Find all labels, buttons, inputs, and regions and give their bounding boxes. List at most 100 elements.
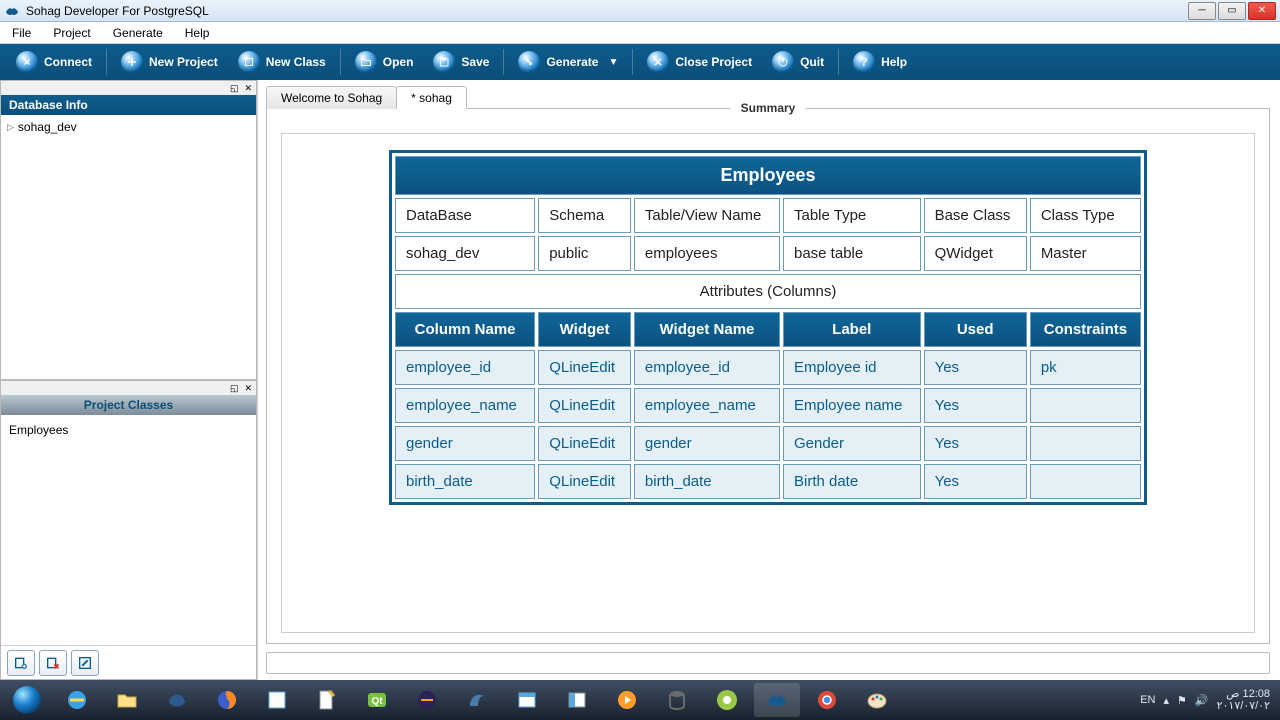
close-project-icon (647, 51, 669, 73)
taskbar-mysql[interactable] (454, 683, 500, 717)
taskbar-postgres[interactable] (154, 683, 200, 717)
taskbar-notepad[interactable] (304, 683, 350, 717)
panel-close-icon[interactable]: ✕ (242, 83, 254, 94)
taskbar-sohag[interactable] (754, 683, 800, 717)
quit-button[interactable]: Quit (762, 47, 834, 77)
cell: employee_id (634, 350, 780, 385)
tree-node-label: sohag_dev (18, 120, 77, 134)
left-sidebar: ◱ ✕ Database Info ▷ sohag_dev ◱ ✕ Projec… (0, 80, 258, 680)
cell: employee_id (395, 350, 535, 385)
tray-volume-icon[interactable]: 🔊 (1195, 694, 1209, 707)
taskbar-qt[interactable]: Qt (354, 683, 400, 717)
maximize-button[interactable]: ▭ (1218, 2, 1246, 20)
minimize-button[interactable]: ─ (1188, 2, 1216, 20)
meta-value: public (538, 236, 631, 271)
col-header: Column Name (395, 312, 535, 347)
help-icon: ? (853, 51, 875, 73)
window-title: Sohag Developer For PostgreSQL (26, 4, 1188, 18)
undock-icon[interactable]: ◱ (228, 383, 241, 394)
cell: QLineEdit (538, 464, 631, 499)
class-item-employees[interactable]: Employees (5, 421, 252, 439)
taskbar-db[interactable] (654, 683, 700, 717)
new-project-button[interactable]: New Project (111, 47, 228, 77)
system-tray: EN ▴ ⚑ 🔊 12:08 ص ٢٠١٧/٠٧/٠٢ (1140, 688, 1276, 712)
edit-class-button[interactable] (71, 650, 99, 676)
cell: Yes (924, 426, 1027, 461)
new-class-button[interactable]: New Class (228, 47, 336, 77)
windows-taskbar: Qt EN ▴ ⚑ 🔊 12:08 ص ٢٠١٧/٠٧/٠٢ (0, 680, 1280, 720)
tab-sohag[interactable]: * sohag (396, 86, 467, 109)
tree-expand-icon[interactable]: ▷ (7, 122, 14, 133)
cell: gender (395, 426, 535, 461)
generate-label: Generate (546, 55, 598, 69)
taskbar-clock[interactable]: 12:08 ص ٢٠١٧/٠٧/٠٢ (1217, 688, 1270, 712)
quit-label: Quit (800, 55, 824, 69)
database-info-header: Database Info (1, 95, 256, 115)
undock-icon[interactable]: ◱ (228, 83, 241, 94)
taskbar-app3[interactable] (554, 683, 600, 717)
menu-generate[interactable]: Generate (103, 24, 173, 42)
help-label: Help (881, 55, 907, 69)
panel-controls: ◱ ✕ (1, 81, 256, 95)
tree-node-sohag-dev[interactable]: ▷ sohag_dev (7, 119, 250, 135)
open-button[interactable]: Open (345, 47, 424, 77)
meta-header: Schema (538, 198, 631, 233)
new-class-icon (238, 51, 260, 73)
cell: Birth date (783, 464, 921, 499)
tray-flag-icon[interactable]: ⚑ (1177, 694, 1187, 707)
classes-footer-toolbar (1, 645, 256, 679)
status-input[interactable] (266, 652, 1270, 674)
summary-group: Summary Employees DataBase Schema Table/… (266, 109, 1270, 644)
generate-button[interactable]: Generate▼ (508, 47, 628, 77)
cell (1030, 464, 1141, 499)
close-project-button[interactable]: Close Project (637, 47, 762, 77)
table-row: employee_id QLineEdit employee_id Employ… (395, 350, 1141, 385)
remove-class-button[interactable] (39, 650, 67, 676)
taskbar-app1[interactable] (254, 683, 300, 717)
cell: QLineEdit (538, 350, 631, 385)
taskbar-mediaplayer[interactable] (604, 683, 650, 717)
tray-show-hidden-icon[interactable]: ▴ (1164, 694, 1170, 707)
taskbar-app2[interactable] (504, 683, 550, 717)
tab-welcome[interactable]: Welcome to Sohag (266, 86, 397, 109)
taskbar-eclipse[interactable] (404, 683, 450, 717)
connect-icon (16, 51, 38, 73)
language-indicator[interactable]: EN (1140, 694, 1155, 706)
taskbar-firefox[interactable] (204, 683, 250, 717)
cell (1030, 426, 1141, 461)
taskbar-chrome[interactable] (804, 683, 850, 717)
menu-help[interactable]: Help (175, 24, 220, 42)
add-class-button[interactable] (7, 650, 35, 676)
taskbar-app4[interactable] (704, 683, 750, 717)
meta-value: employees (634, 236, 780, 271)
start-button[interactable] (4, 683, 50, 717)
panel-controls: ◱ ✕ (1, 381, 256, 395)
help-button[interactable]: ? Help (843, 47, 917, 77)
new-project-icon (121, 51, 143, 73)
classes-list[interactable]: Employees (1, 415, 256, 645)
cell: QLineEdit (538, 388, 631, 423)
windows-orb-icon (13, 686, 41, 714)
cell: QLineEdit (538, 426, 631, 461)
database-info-panel: ◱ ✕ Database Info ▷ sohag_dev (0, 80, 257, 380)
main-toolbar: Connect New Project New Class Open Save … (0, 44, 1280, 80)
project-classes-header: Project Classes (1, 395, 256, 415)
cell: Yes (924, 464, 1027, 499)
menu-file[interactable]: File (2, 24, 41, 42)
generate-icon (518, 51, 540, 73)
panel-close-icon[interactable]: ✕ (242, 383, 254, 394)
taskbar-ie[interactable] (54, 683, 100, 717)
save-button[interactable]: Save (423, 47, 499, 77)
new-project-label: New Project (149, 55, 218, 69)
close-button[interactable]: ✕ (1248, 2, 1276, 20)
close-project-label: Close Project (675, 55, 752, 69)
taskbar-explorer[interactable] (104, 683, 150, 717)
menu-project[interactable]: Project (43, 24, 100, 42)
clock-time: 12:08 ص (1217, 688, 1270, 700)
taskbar-paint[interactable] (854, 683, 900, 717)
connect-button[interactable]: Connect (6, 47, 102, 77)
col-header: Widget Name (634, 312, 780, 347)
app-icon (4, 3, 20, 19)
database-tree[interactable]: ▷ sohag_dev (1, 115, 256, 379)
summary-title: Employees (395, 156, 1141, 195)
